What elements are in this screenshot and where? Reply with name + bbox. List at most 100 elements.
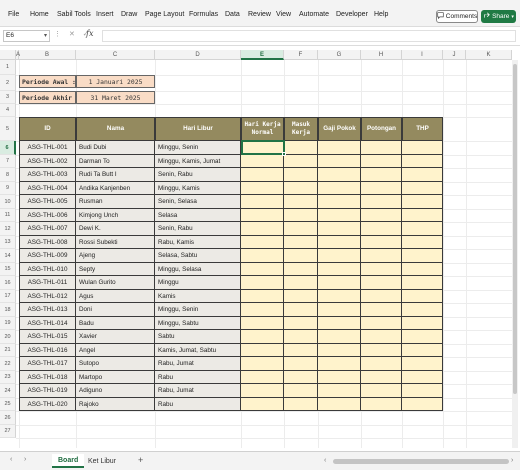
cell-potongan[interactable] [361,303,402,317]
cell-hari-libur[interactable]: Selasa [155,209,241,222]
cell-hari-libur[interactable]: Sabtu [155,330,241,344]
cell-masuk-kerja[interactable] [284,222,318,236]
cell-masuk-kerja[interactable] [284,141,318,155]
cell-masuk-kerja[interactable] [284,398,318,411]
cell-hari-kerja-normal[interactable] [241,195,284,209]
tab-developer[interactable]: Developer [336,11,368,18]
cell-gaji-pokok[interactable] [318,182,361,195]
cell-thp[interactable] [402,276,443,290]
cell-id[interactable]: ASG-THL-019 [19,384,76,398]
tab-data[interactable]: Data [225,11,240,18]
insert-function-icon[interactable]: fx [86,29,93,38]
cell-masuk-kerja[interactable] [284,182,318,195]
column-header-g[interactable]: G [318,50,361,60]
row-header-22[interactable]: 22 [0,357,16,371]
cell-id[interactable]: ASG-THL-011 [19,276,76,290]
cell-thp[interactable] [402,195,443,209]
sheet-prev-icon[interactable]: ‹ [10,456,12,463]
cell-gaji-pokok[interactable] [318,263,361,276]
cell-masuk-kerja[interactable] [284,236,318,249]
scroll-left-icon[interactable]: ‹ [324,457,326,464]
cell-gaji-pokok[interactable] [318,249,361,263]
cell-hari-kerja-normal[interactable] [241,168,284,182]
cell-hari-kerja-normal[interactable] [241,344,284,357]
cell-thp[interactable] [402,384,443,398]
cell-nama[interactable]: Rajoko [76,398,155,411]
cell-nama[interactable]: Wulan Gurito [76,276,155,290]
column-header-d[interactable]: D [155,50,241,60]
comments-button[interactable]: Comments [436,10,478,23]
cell-id[interactable]: ASG-THL-014 [19,317,76,330]
cell-thp[interactable] [402,222,443,236]
cell-thp[interactable] [402,141,443,155]
vertical-scrollbar[interactable] [512,60,518,448]
cell-hari-libur[interactable]: Minggu [155,276,241,290]
cell-potongan[interactable] [361,290,402,303]
cell-nama[interactable]: Angel [76,344,155,357]
cell-potongan[interactable] [361,344,402,357]
cell-id[interactable]: ASG-THL-008 [19,236,76,249]
cell-potongan[interactable] [361,276,402,290]
row-header-10[interactable]: 10 [0,195,16,209]
cell-masuk-kerja[interactable] [284,330,318,344]
cell-nama[interactable]: Martopo [76,371,155,384]
cell-hari-libur[interactable]: Rabu [155,398,241,411]
column-header-i[interactable]: I [402,50,443,60]
row-header-21[interactable]: 21 [0,344,16,357]
cell-thp[interactable] [402,330,443,344]
cell-id[interactable]: ASG-THL-004 [19,182,76,195]
cell-id[interactable]: ASG-THL-016 [19,344,76,357]
cell-hari-libur[interactable]: Selasa, Sabtu [155,249,241,263]
cell-gaji-pokok[interactable] [318,371,361,384]
cell-hari-kerja-normal[interactable] [241,303,284,317]
cell-masuk-kerja[interactable] [284,249,318,263]
cell-nama[interactable]: Rusman [76,195,155,209]
cell-potongan[interactable] [361,330,402,344]
cell-gaji-pokok[interactable] [318,398,361,411]
cell-thp[interactable] [402,317,443,330]
cell-hari-kerja-normal[interactable] [241,371,284,384]
cell-hari-libur[interactable]: Minggu, Kamis [155,182,241,195]
cell-id[interactable]: ASG-THL-005 [19,195,76,209]
cell-hari-kerja-normal[interactable] [241,222,284,236]
cell-gaji-pokok[interactable] [318,303,361,317]
cell-masuk-kerja[interactable] [284,384,318,398]
cell-masuk-kerja[interactable] [284,303,318,317]
tab-page-layout[interactable]: Page Layout [145,11,184,18]
row-header-12[interactable]: 12 [0,222,16,236]
share-button[interactable]: Share ▾ [481,10,516,23]
row-header-23[interactable]: 23 [0,371,16,384]
cell-gaji-pokok[interactable] [318,141,361,155]
cell-nama[interactable]: Andika Kanjenben [76,182,155,195]
row-header-2[interactable]: 2 [0,75,16,91]
column-header-f[interactable]: F [284,50,318,60]
row-header-1[interactable]: 1 [0,60,16,75]
cell-hari-kerja-normal[interactable] [241,398,284,411]
row-header-14[interactable]: 14 [0,249,16,263]
cell-hari-libur[interactable]: Senin, Rabu [155,222,241,236]
tab-draw[interactable]: Draw [121,11,137,18]
cell-potongan[interactable] [361,182,402,195]
cell-hari-kerja-normal[interactable] [241,236,284,249]
cell-hari-kerja-normal[interactable] [241,317,284,330]
cell-id[interactable]: ASG-THL-017 [19,357,76,371]
cell-nama[interactable]: Sutopo [76,357,155,371]
cell-thp[interactable] [402,236,443,249]
cell-id[interactable]: ASG-THL-020 [19,398,76,411]
cell-nama[interactable]: Septy [76,263,155,276]
cell-gaji-pokok[interactable] [318,317,361,330]
cell-hari-libur[interactable]: Senin, Rabu [155,168,241,182]
cell-gaji-pokok[interactable] [318,344,361,357]
row-header-8[interactable]: 8 [0,168,16,182]
cell-potongan[interactable] [361,398,402,411]
cell-hari-kerja-normal[interactable] [241,330,284,344]
cell-id[interactable]: ASG-THL-015 [19,330,76,344]
cell-hari-libur[interactable]: Kamis [155,290,241,303]
cell-nama[interactable]: Darman To [76,155,155,168]
cell-nama[interactable]: Ajeng [76,249,155,263]
row-header-15[interactable]: 15 [0,263,16,276]
row-header-16[interactable]: 16 [0,276,16,290]
cell-gaji-pokok[interactable] [318,209,361,222]
cell-id[interactable]: ASG-THL-018 [19,371,76,384]
cell-nama[interactable]: Xavier [76,330,155,344]
